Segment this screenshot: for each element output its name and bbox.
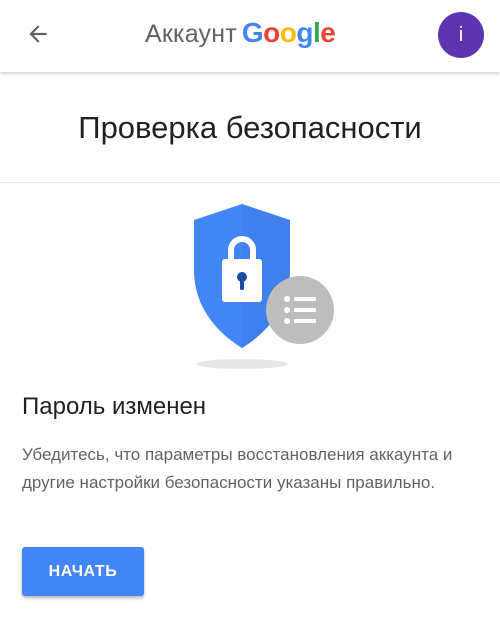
google-letter: e — [320, 17, 336, 48]
avatar-initial: i — [458, 23, 464, 46]
brand-account-text: Аккаунт — [145, 20, 237, 48]
google-letter: o — [263, 17, 280, 48]
back-button[interactable] — [14, 14, 62, 54]
security-shield-lock-icon — [194, 204, 334, 369]
account-avatar[interactable]: i — [438, 12, 484, 58]
security-checkup-page: Аккаунт Google i Проверка безопасности П… — [0, 0, 500, 643]
shadow-ellipse — [196, 359, 288, 369]
top-app-bar: Аккаунт Google i — [0, 0, 500, 72]
title-band: Проверка безопасности — [0, 72, 500, 183]
description-text: Убедитесь, что параметры восстановления … — [22, 445, 453, 492]
start-button[interactable]: НАЧАТЬ — [22, 547, 144, 596]
page-title: Проверка безопасности — [78, 110, 422, 145]
google-account-logo: Аккаунт Google — [145, 17, 336, 53]
security-illustration — [180, 198, 340, 373]
keyhole-slot — [240, 279, 244, 290]
google-wordmark: Google — [241, 17, 336, 49]
arrow-back-icon — [29, 25, 47, 43]
status-heading: Пароль изменен — [22, 393, 207, 420]
list-icon — [284, 296, 316, 324]
google-letter: g — [296, 17, 313, 48]
google-letter: o — [279, 17, 297, 48]
google-letter: G — [241, 17, 264, 48]
